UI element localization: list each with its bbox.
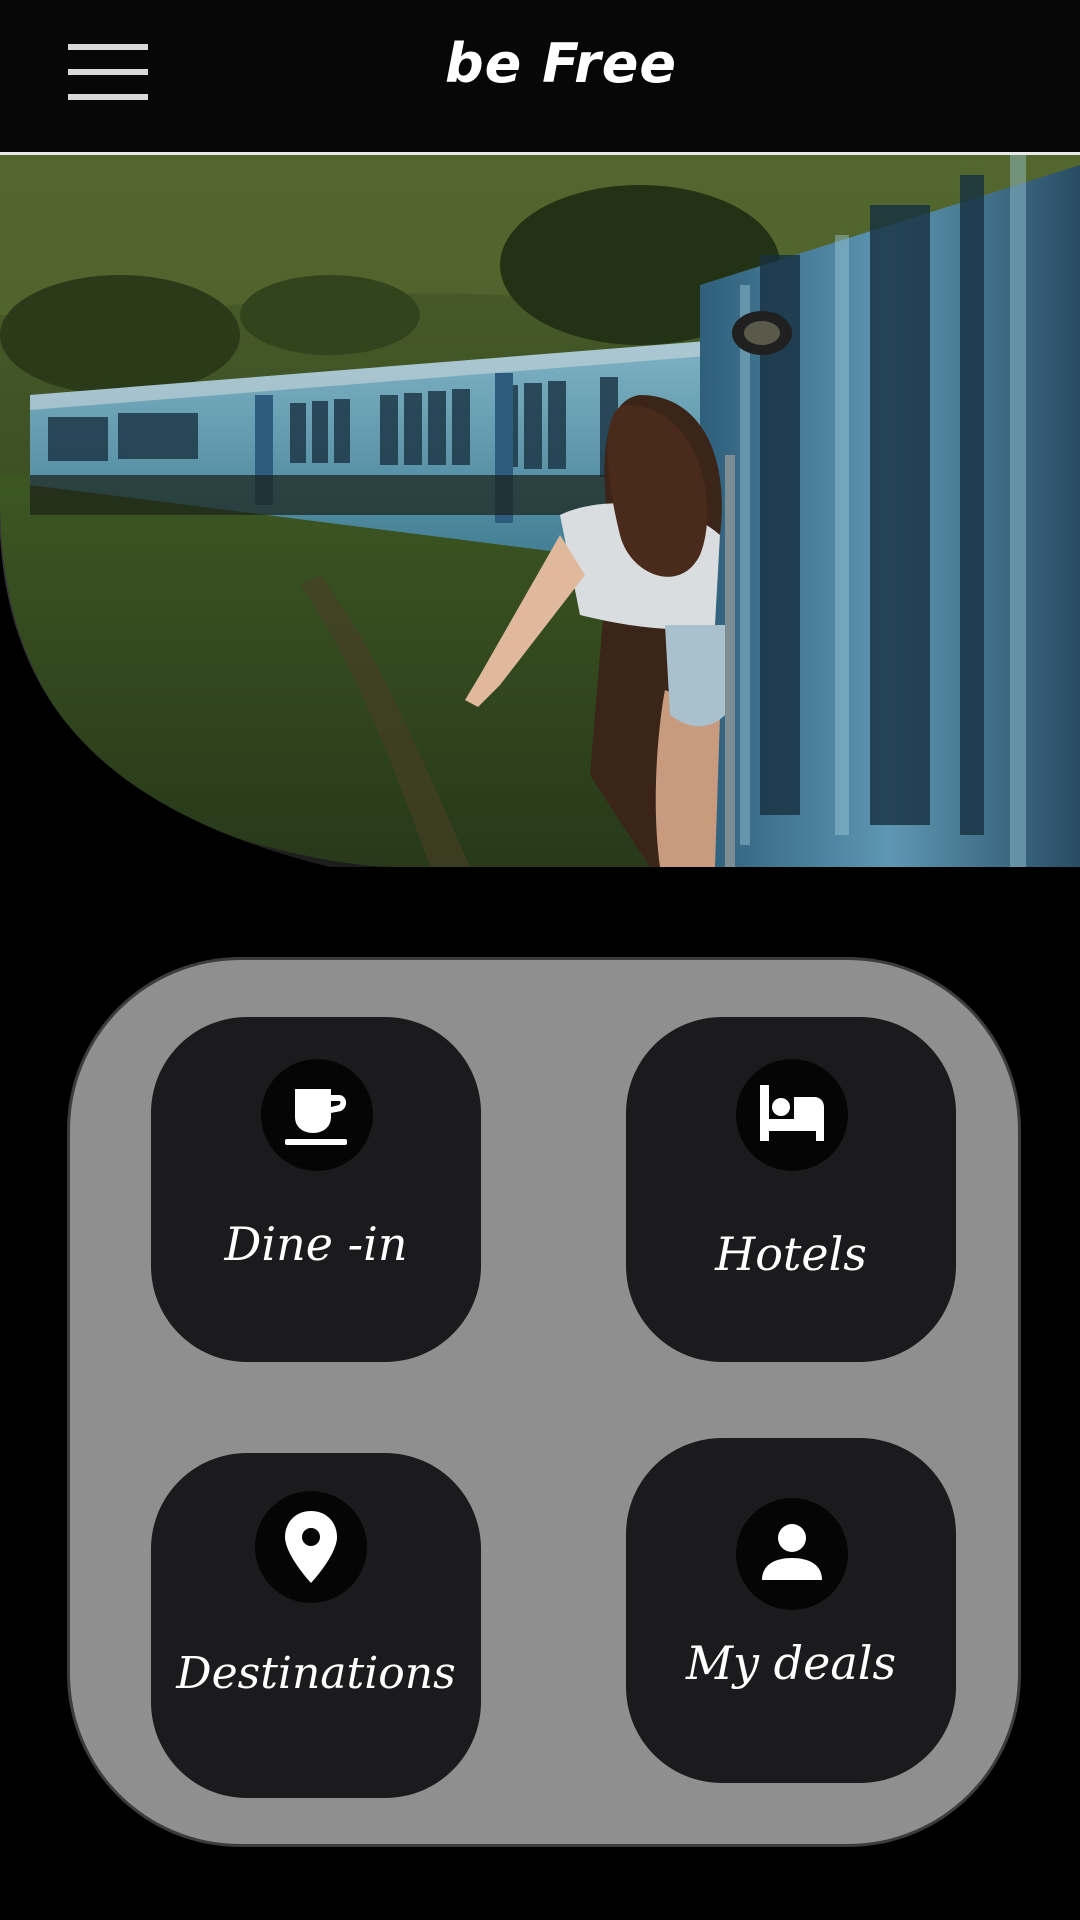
my-deals-label: My deals <box>685 1636 897 1690</box>
dine-in-label: Dine -in <box>224 1217 408 1271</box>
destinations-tile[interactable]: Destinations <box>151 1453 481 1798</box>
location-pin-icon <box>285 1511 337 1583</box>
icon-badge <box>736 1498 848 1610</box>
bed-icon <box>760 1085 824 1141</box>
app-title: be Free <box>445 32 677 95</box>
person-icon <box>762 1524 822 1580</box>
category-panel: Dine -in Hotels Destinations My deals <box>70 960 1018 1844</box>
hero-image <box>0 155 1080 867</box>
coffee-cup-icon <box>285 1089 347 1145</box>
hotels-tile[interactable]: Hotels <box>626 1017 956 1362</box>
icon-badge <box>736 1059 848 1171</box>
dine-in-tile[interactable]: Dine -in <box>151 1017 481 1362</box>
icon-badge <box>261 1059 373 1171</box>
app-screen: be Free Dine -in Hotels Destinations My … <box>0 0 1080 1920</box>
hotels-label: Hotels <box>715 1227 867 1281</box>
menu-button[interactable] <box>66 42 150 102</box>
top-app-bar: be Free <box>0 0 1080 153</box>
icon-badge <box>255 1491 367 1603</box>
my-deals-tile[interactable]: My deals <box>626 1438 956 1783</box>
destinations-label: Destinations <box>176 1648 456 1699</box>
